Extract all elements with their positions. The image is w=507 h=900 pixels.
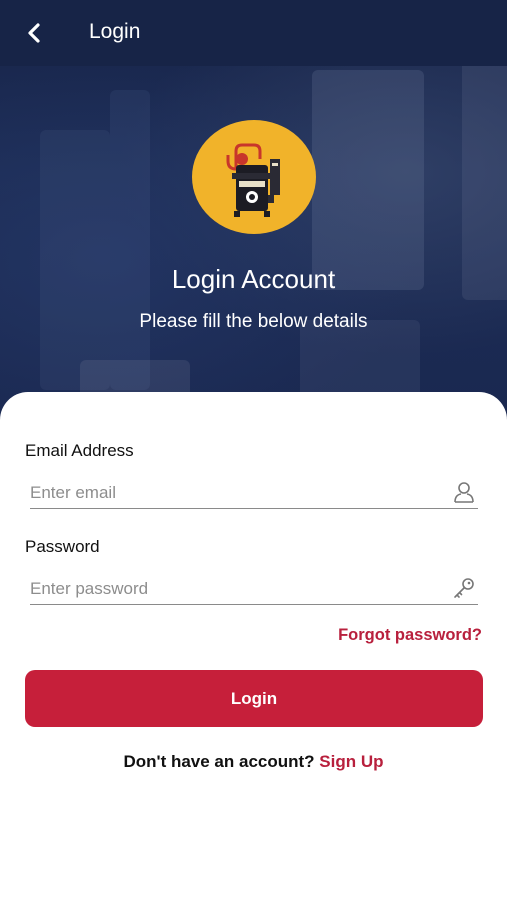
email-field[interactable] — [30, 477, 478, 509]
password-field[interactable] — [30, 573, 478, 605]
top-app-bar: Login — [0, 0, 507, 66]
signup-prompt: Don't have an account? Sign Up — [0, 752, 507, 772]
login-card — [0, 392, 507, 900]
hero-title: Login Account — [171, 264, 336, 294]
background-bottle — [110, 90, 150, 390]
email-input[interactable] — [30, 479, 440, 507]
user-icon — [454, 482, 474, 503]
background-bottle — [312, 70, 424, 290]
password-input[interactable] — [30, 575, 440, 603]
chevron-left-icon — [28, 23, 40, 43]
still-illustration — [226, 143, 280, 217]
email-label: Email Address — [25, 441, 134, 460]
forgot-password-link[interactable]: Forgot password? — [338, 626, 482, 645]
signup-prompt-text: Don't have an account? — [123, 752, 315, 771]
back-button[interactable] — [20, 18, 50, 48]
sign-up-link[interactable]: Sign Up — [319, 752, 383, 771]
password-label: Password — [25, 537, 100, 556]
page-title: Login — [89, 20, 141, 43]
key-icon — [454, 578, 474, 598]
hero-subtitle: Please fill the below details — [139, 311, 368, 332]
background-bottle — [40, 130, 110, 390]
login-button[interactable]: Login — [25, 670, 483, 727]
distillery-still-logo — [192, 120, 316, 234]
